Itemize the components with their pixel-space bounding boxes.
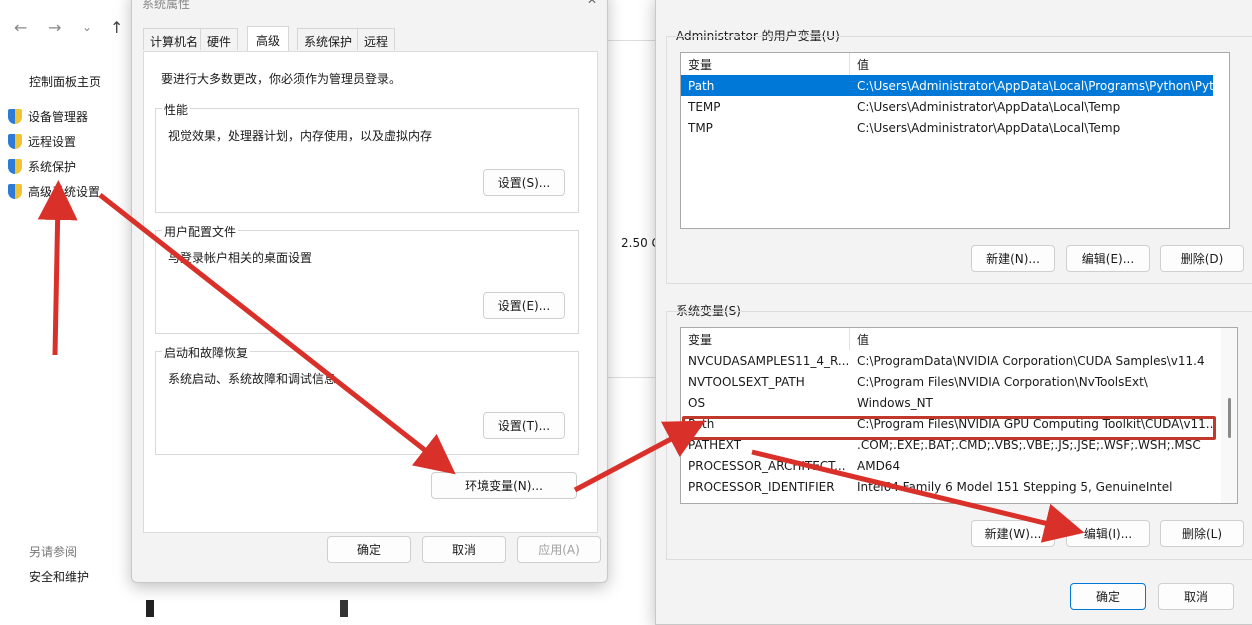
arrow-to-path-row <box>573 420 706 493</box>
annotation-arrows <box>37 180 1085 543</box>
arrow-up-to-advanced-settings <box>37 180 78 356</box>
arrow-to-env-button <box>98 193 456 475</box>
arrow-to-edit-button <box>751 449 1085 543</box>
